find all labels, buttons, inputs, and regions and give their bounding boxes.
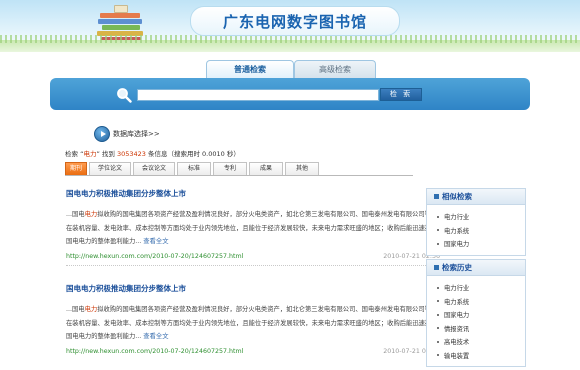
result-divider [66, 265, 440, 266]
result-url[interactable]: http://new.hexun.com.com/2010-07-20/1246… [66, 348, 243, 355]
search-button[interactable]: 检 索 [380, 88, 422, 101]
search-history-item[interactable]: 输电装置 [437, 349, 525, 363]
search-history-item[interactable]: 高电技术 [437, 335, 525, 349]
related-search-item[interactable]: 电力行业 [437, 210, 525, 224]
search-history-item[interactable]: 国家电力 [437, 308, 525, 322]
tab-patent[interactable]: 专利 [213, 162, 247, 175]
result-snippet: ...国电电力拟收购的国电集团各项资产经营及盈利情况良好，部分火电类资产，如北仑… [66, 303, 440, 344]
result-footer: http://new.hexun.com.com/2010-07-20/1246… [66, 253, 440, 260]
related-search-title: 相似检索 [442, 192, 472, 201]
result-summary-prefix: 检索 “ [65, 150, 84, 158]
search-history-box: 检索历史 电力行业 电力系统 国家电力 情报资讯 高电技术 输电装置 [426, 259, 526, 367]
database-select-label: 数据库选择>> [113, 130, 160, 138]
related-search-header: 相似检索 [427, 189, 525, 205]
result-title[interactable]: 国电电力积极推动集团分步整体上市 [66, 283, 440, 294]
snippet-text: 拟收购的国电集团各项资产经营及盈利情况良好，部分火电类资产，如北仑第三发电有限公… [66, 211, 438, 245]
tab-thesis[interactable]: 学位论文 [89, 162, 131, 175]
search-history-title: 检索历史 [442, 263, 472, 272]
tab-standard[interactable]: 标准 [177, 162, 211, 175]
snippet-text: ...国电 [66, 306, 85, 313]
search-icon [117, 88, 132, 103]
result-summary-mid: ” 找到 [96, 150, 117, 158]
view-fulltext-link[interactable]: 查看全文 [143, 333, 168, 340]
related-search-box: 相似检索 电力行业 电力系统 国家电力 [426, 188, 526, 256]
snippet-highlight: 电力 [84, 211, 98, 218]
title-plate: 广东电网数字图书馆 [190, 6, 400, 36]
category-tabs: 期刊 学位论文 会议论文 标准 专利 成果 其他 [65, 162, 413, 176]
tab-conference[interactable]: 会议论文 [133, 162, 175, 175]
related-search-item[interactable]: 电力系统 [437, 224, 525, 238]
result-footer: http://new.hexun.com.com/2010-07-20/1246… [66, 348, 440, 355]
snippet-text: ...国电 [66, 211, 85, 218]
tab-achievement[interactable]: 成果 [249, 162, 283, 175]
result-snippet: ...国电电力拟收购的国电集团各项资产经营及盈利情况良好，部分火电类资产，如北仑… [66, 208, 440, 249]
view-fulltext-link[interactable]: 查看全文 [143, 238, 168, 245]
related-search-list: 电力行业 电力系统 国家电力 [427, 205, 525, 255]
result-summary-suffix: 条信息（搜索用时 0.0010 秒） [145, 150, 240, 158]
search-input[interactable] [137, 89, 379, 101]
grass-decoration [0, 35, 580, 52]
search-history-list: 电力行业 电力系统 国家电力 情报资讯 高电技术 输电装置 [427, 276, 525, 366]
database-select[interactable]: 数据库选择>> [94, 126, 160, 142]
tab-advanced-search[interactable]: 高级检索 [294, 60, 376, 78]
play-arrow-icon [94, 126, 110, 142]
site-header: 广东电网数字图书馆 [0, 0, 580, 52]
site-title: 广东电网数字图书馆 [222, 12, 367, 31]
result-item: 国电电力积极推动集团分步整体上市 ...国电电力拟收购的国电集团各项资产经营及盈… [66, 188, 440, 260]
search-history-item[interactable]: 电力行业 [437, 281, 525, 295]
search-history-item[interactable]: 情报资讯 [437, 322, 525, 336]
bullet-icon [434, 265, 439, 270]
result-url[interactable]: http://new.hexun.com.com/2010-07-20/1246… [66, 253, 243, 260]
result-item: 国电电力积极推动集团分步整体上市 ...国电电力拟收购的国电集团各项资产经营及盈… [66, 283, 440, 355]
bullet-icon [434, 194, 439, 199]
snippet-highlight: 电力 [84, 306, 98, 313]
snippet-text: 拟收购的国电集团各项资产经营及盈利情况良好，部分火电类资产，如北仑第三发电有限公… [66, 306, 438, 340]
search-history-item[interactable]: 电力系统 [437, 295, 525, 309]
tab-other[interactable]: 其他 [285, 162, 319, 175]
tab-basic-search[interactable]: 普通检索 [206, 60, 294, 78]
result-summary-keyword: 电力 [83, 150, 97, 158]
result-count: 3053423 [116, 150, 146, 158]
result-title[interactable]: 国电电力积极推动集团分步整体上市 [66, 188, 440, 199]
result-summary: 检索 “电力” 找到 3053423 条信息（搜索用时 0.0010 秒） [65, 148, 240, 158]
tab-journal[interactable]: 期刊 [65, 162, 87, 175]
search-history-header: 检索历史 [427, 260, 525, 276]
related-search-item[interactable]: 国家电力 [437, 237, 525, 251]
